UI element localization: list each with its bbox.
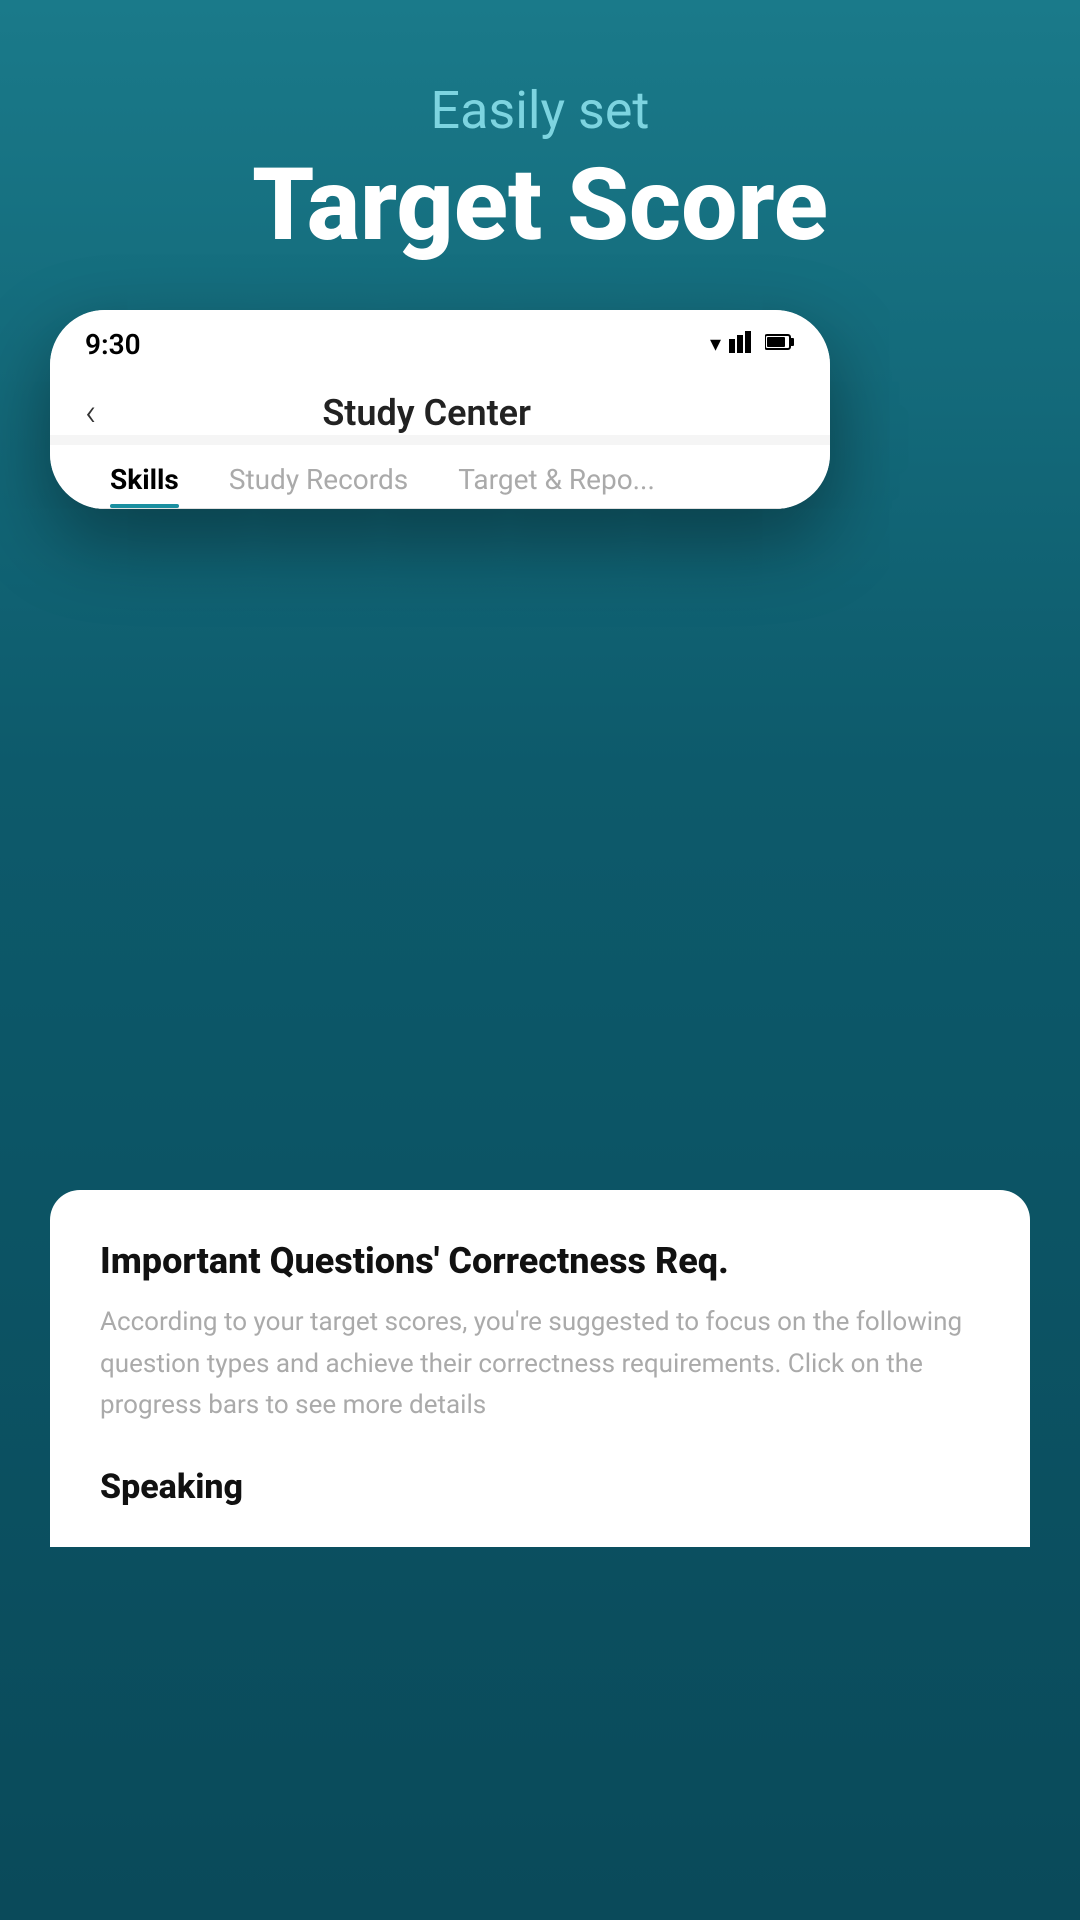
tab-bar: Skills Study Records Target & Repo... (50, 445, 830, 509)
hero-subtitle: Easily set (60, 80, 1020, 141)
phone-mockup: 9:30 ▾ ‹ Study Center (50, 310, 830, 509)
back-button[interactable]: ‹ (85, 391, 96, 435)
app-title: Study Center (116, 392, 737, 434)
wifi-icon: ▾ (710, 332, 721, 357)
signal-icon (729, 331, 757, 359)
speaking-subtitle: Speaking (100, 1467, 980, 1507)
tab-target-report[interactable]: Target & Repo... (433, 445, 680, 508)
status-bar: 9:30 ▾ (50, 310, 830, 371)
important-questions-title: Important Questions' Correctness Req. (100, 1240, 980, 1282)
status-time: 9:30 (85, 328, 141, 361)
hero-title: Target Score (60, 151, 1020, 261)
battery-icon (765, 332, 795, 357)
app-header: ‹ Study Center (50, 371, 830, 435)
important-questions-desc: According to your target scores, you're … (100, 1302, 980, 1427)
hero-section: Easily set Target Score (0, 0, 1080, 321)
tab-study-records[interactable]: Study Records (204, 445, 433, 508)
tab-skills[interactable]: Skills (85, 445, 204, 508)
bottom-section: Important Questions' Correctness Req. Ac… (50, 1190, 1030, 1547)
status-icons: ▾ (710, 331, 795, 359)
